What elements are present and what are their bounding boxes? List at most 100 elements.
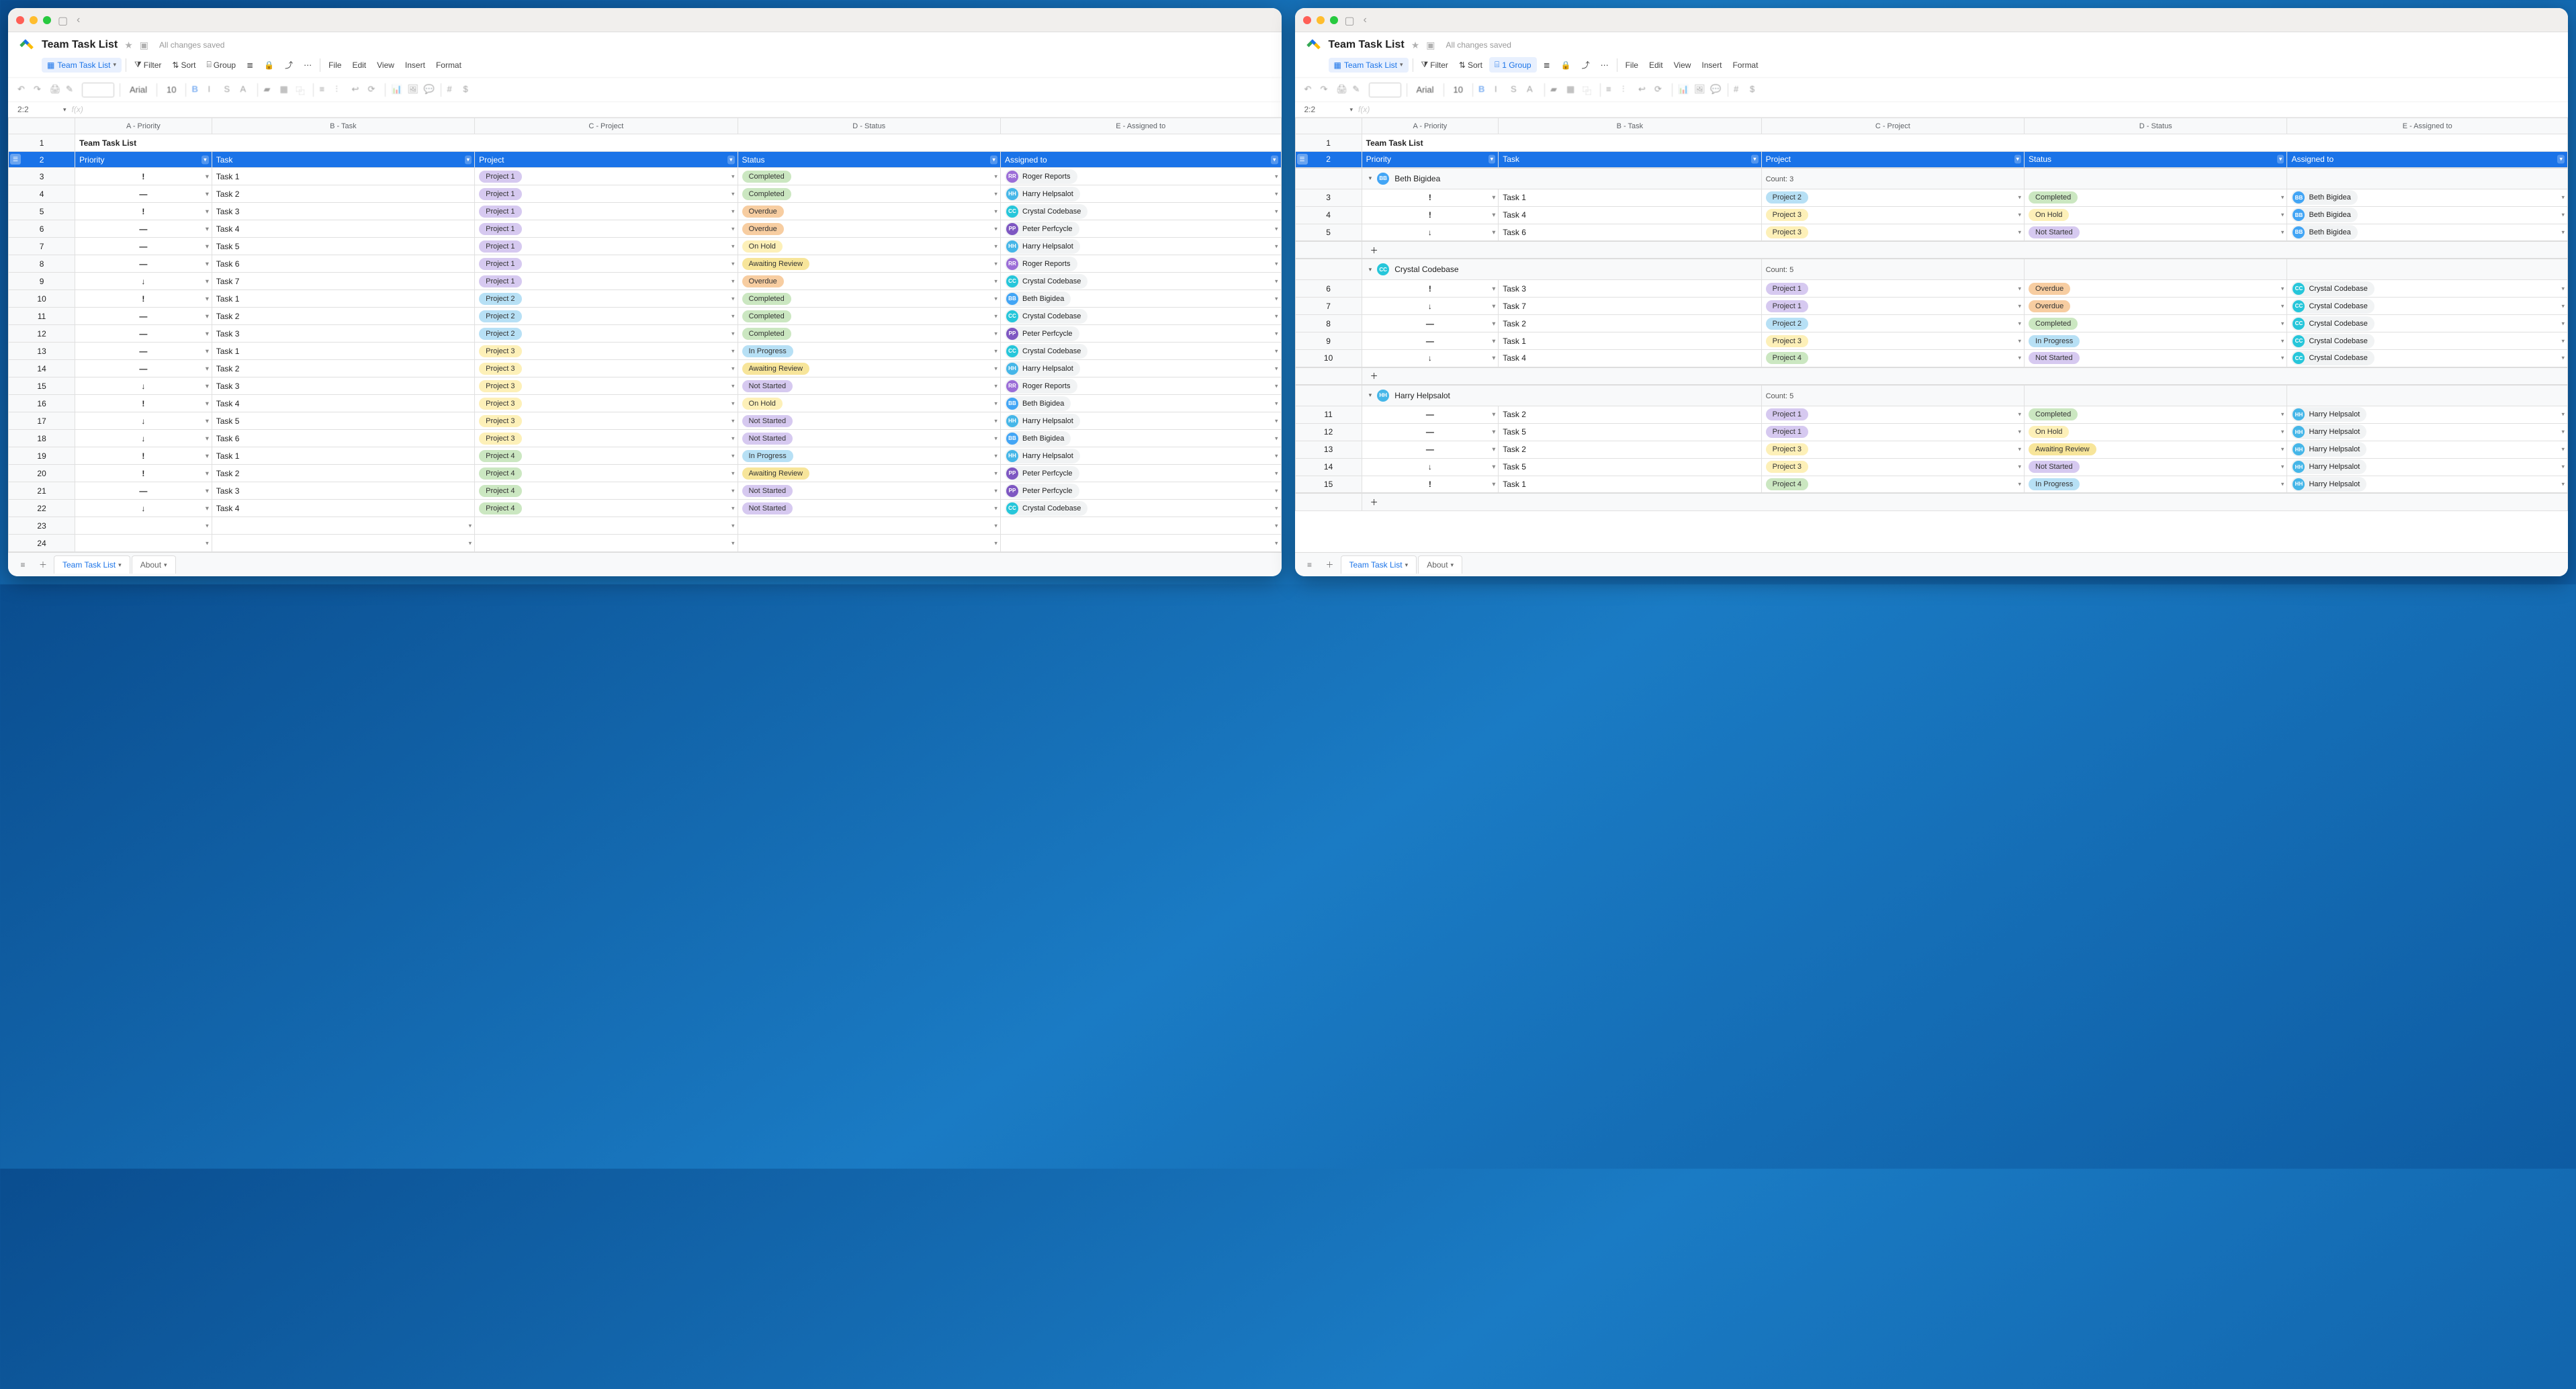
status-cell[interactable]: Awaiting Review▾ [2025,441,2287,458]
chevron-down-icon[interactable]: ▾ [1350,106,1353,114]
assignee-chip[interactable]: HHHarry Helpsalot [2291,477,2366,492]
row-number[interactable]: 3 [1295,189,1362,206]
assignee-chip[interactable]: RRRoger Reports [1005,169,1077,184]
priority-cell[interactable]: !▾ [75,290,212,308]
filter-arrow-icon[interactable]: ▾ [2277,155,2284,164]
cell-dropdown-icon[interactable]: ▾ [2018,320,2022,327]
assignee-cell[interactable]: CCCrystal Codebase▾ [2287,280,2568,298]
all-sheets-button[interactable]: ≡ [13,560,32,570]
cell-dropdown-icon[interactable]: ▾ [1275,312,1278,320]
row-num-1[interactable]: 1 [1295,134,1362,152]
row-number[interactable]: 20 [9,465,75,482]
cell-dropdown-icon[interactable]: ▾ [731,347,735,355]
cell-dropdown-icon[interactable]: ▾ [1493,480,1496,488]
valign-icon[interactable]: ⫶ [335,84,347,96]
row-number[interactable]: 23 [9,517,75,535]
status-cell[interactable]: In Progress▾ [2025,332,2287,350]
cell-dropdown-icon[interactable]: ▾ [994,225,997,232]
project-cell[interactable]: Project 4▾ [475,500,738,517]
cell-dropdown-icon[interactable]: ▾ [994,452,997,459]
row-number[interactable]: 12 [1295,423,1362,441]
status-cell[interactable]: Not Started▾ [738,482,1000,500]
cell-dropdown-icon[interactable]: ▾ [994,242,997,250]
dollar-icon[interactable]: $ [463,84,475,96]
task-cell[interactable]: Task 5 [1499,458,1761,476]
lock-button[interactable]: 🔒 [260,58,278,73]
status-cell[interactable]: Completed▾ [738,290,1000,308]
col-header-a[interactable]: A - Priority [1362,118,1499,134]
assignee-chip[interactable]: HHHarry Helpsalot [1005,361,1080,376]
task-cell[interactable]: Task 1 [212,447,474,465]
priority-cell[interactable]: !▾ [1362,206,1499,224]
cell-dropdown-icon[interactable]: ▾ [2018,228,2022,236]
assignee-chip[interactable]: RRRoger Reports [1005,257,1077,271]
cell-dropdown-icon[interactable]: ▾ [2018,337,2022,345]
filter-arrow-icon[interactable]: ▾ [202,155,209,164]
add-row-button[interactable]: ＋ [1362,493,2567,510]
task-cell[interactable]: Task 5 [212,412,474,430]
cell-dropdown-icon[interactable]: ▾ [206,539,209,547]
cell-dropdown-icon[interactable]: ▾ [206,347,209,355]
priority-cell[interactable]: —▾ [1362,315,1499,332]
status-cell[interactable]: Completed▾ [738,185,1000,203]
assignee-cell[interactable]: BBBeth Bigidea▾ [1000,430,1281,447]
collapse-icon[interactable]: ▾ [1369,266,1372,273]
cell-dropdown-icon[interactable]: ▾ [1275,522,1278,529]
chevron-down-icon[interactable]: ▾ [63,106,66,114]
task-cell[interactable]: Task 2 [212,465,474,482]
cell-dropdown-icon[interactable]: ▾ [994,487,997,494]
cell-dropdown-icon[interactable]: ▾ [994,435,997,442]
bold-button[interactable]: B [1478,84,1491,96]
cell-dropdown-icon[interactable]: ▾ [2561,480,2565,488]
add-row-button[interactable]: ＋ [1362,367,2567,385]
sidebar-toggle-icon[interactable]: ▢ [58,14,70,26]
cell-dropdown-icon[interactable]: ▾ [1275,260,1278,267]
cell-dropdown-icon[interactable]: ▾ [2281,463,2284,471]
task-cell[interactable]: Task 1 [1499,476,1761,493]
cell-dropdown-icon[interactable]: ▾ [2018,285,2022,292]
cell-dropdown-icon[interactable]: ▾ [731,330,735,337]
cell-dropdown-icon[interactable]: ▾ [1275,504,1278,512]
star-icon[interactable]: ★ [1411,40,1420,51]
more-button[interactable]: ⋯ [300,58,316,73]
chevron-down-icon[interactable]: ▾ [118,562,122,569]
cell-dropdown-icon[interactable]: ▾ [2018,429,2022,436]
group-label-cell[interactable]: ▾HHHarry Helpsalot [1362,385,1761,406]
project-cell[interactable]: Project 2▾ [475,290,738,308]
project-cell[interactable]: Project 4▾ [1761,350,2024,367]
filter-arrow-icon[interactable]: ▾ [2557,155,2565,164]
cell-dropdown-icon[interactable]: ▾ [206,435,209,442]
sheet-tab-1[interactable]: Team Task List▾ [54,555,130,574]
cell-dropdown-icon[interactable]: ▾ [1493,446,1496,453]
task-cell[interactable]: Task 4 [212,500,474,517]
print-icon[interactable]: 🖨 [1337,84,1349,96]
cell-dropdown-icon[interactable]: ▾ [1493,212,1496,219]
cell-dropdown-icon[interactable]: ▾ [731,417,735,424]
back-icon[interactable]: ‹ [1364,14,1376,26]
empty-cell[interactable]: ▾ [1000,517,1281,535]
status-cell[interactable]: Not Started▾ [2025,458,2287,476]
menu-edit[interactable]: Edit [1645,58,1667,73]
project-cell[interactable]: Project 4▾ [1761,476,2024,493]
merge-icon[interactable]: ⿻ [296,84,308,96]
back-icon[interactable]: ‹ [77,14,89,26]
cell-dropdown-icon[interactable]: ▾ [2281,228,2284,236]
status-cell[interactable]: Awaiting Review▾ [738,360,1000,377]
cell-dropdown-icon[interactable]: ▾ [2561,463,2565,471]
row-number[interactable]: 12 [9,325,75,343]
status-cell[interactable]: On Hold▾ [2025,423,2287,441]
priority-cell[interactable]: !▾ [75,447,212,465]
project-cell[interactable]: Project 3▾ [475,360,738,377]
priority-cell[interactable]: —▾ [75,482,212,500]
task-cell[interactable]: Task 6 [212,430,474,447]
cell-dropdown-icon[interactable]: ▾ [2281,355,2284,362]
filter-arrow-icon[interactable]: ▾ [1489,155,1496,164]
cell-dropdown-icon[interactable]: ▾ [206,260,209,267]
cell-dropdown-icon[interactable]: ▾ [2281,411,2284,418]
cell-dropdown-icon[interactable]: ▾ [206,312,209,320]
row-num-1[interactable]: 1 [9,134,75,152]
filter-header-task[interactable]: Task▾ [1499,152,1761,168]
folder-icon[interactable]: ▣ [1426,40,1435,51]
status-cell[interactable]: Completed▾ [738,325,1000,343]
assignee-cell[interactable]: RRRoger Reports▾ [1000,377,1281,395]
